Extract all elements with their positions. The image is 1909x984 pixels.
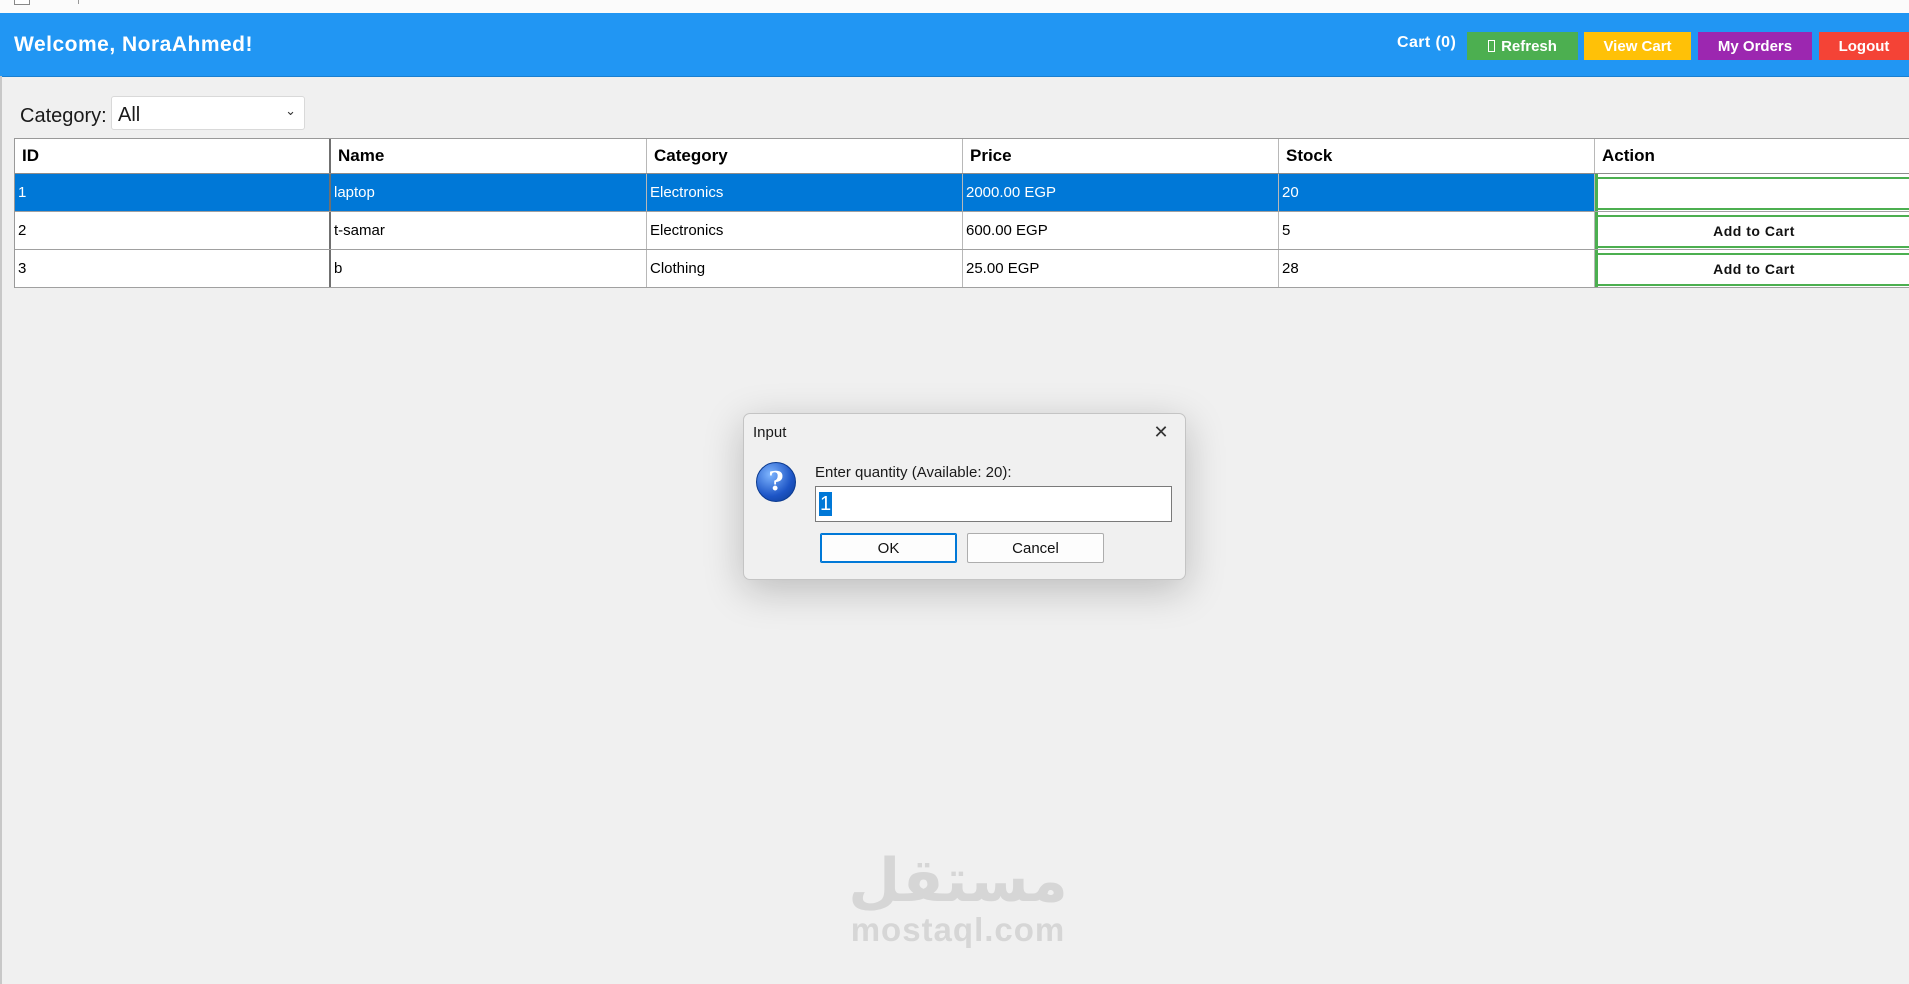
cell-name[interactable]: b bbox=[331, 250, 647, 287]
logout-button[interactable]: Logout bbox=[1819, 32, 1909, 60]
column-header-id[interactable]: ID bbox=[15, 139, 331, 173]
cell-category[interactable]: Electronics bbox=[647, 174, 963, 211]
add-to-cart-button[interactable]: Add to Cart bbox=[1598, 214, 1909, 248]
cell-name[interactable]: t-samar bbox=[331, 212, 647, 249]
cell-price[interactable]: 600.00 EGP bbox=[963, 212, 1279, 249]
add-to-cart-button[interactable] bbox=[1598, 176, 1909, 210]
dialog-title: Input bbox=[753, 424, 787, 441]
chevron-down-icon: ⌄ bbox=[285, 103, 296, 118]
ok-button[interactable]: OK bbox=[820, 533, 957, 563]
cell-action: Add to Cart bbox=[1595, 212, 1909, 249]
quantity-input-dialog: Input ✕ ? Enter quantity (Available: 20)… bbox=[743, 413, 1186, 580]
table-row[interactable]: 2 t-samar Electronics 600.00 EGP 5 Add t… bbox=[15, 212, 1909, 250]
cell-price[interactable]: 2000.00 EGP bbox=[963, 174, 1279, 211]
cell-name[interactable]: laptop bbox=[331, 174, 647, 211]
cell-id[interactable]: 1 bbox=[15, 174, 331, 211]
cell-id[interactable]: 2 bbox=[15, 212, 331, 249]
category-select[interactable]: All ⌄ bbox=[111, 96, 305, 130]
title-divider bbox=[78, 0, 79, 4]
table-row[interactable]: 3 b Clothing 25.00 EGP 28 Add to Cart bbox=[15, 250, 1909, 288]
column-header-action[interactable]: Action bbox=[1595, 139, 1909, 173]
products-table: ID Name Category Price Stock Action 1 la… bbox=[14, 138, 1909, 288]
window-left-border bbox=[0, 76, 2, 984]
table-header: ID Name Category Price Stock Action bbox=[15, 139, 1909, 174]
cell-id[interactable]: 3 bbox=[15, 250, 331, 287]
watermark-latin: mostaql.com bbox=[850, 911, 1066, 948]
watermark: مستقل mostaql.com bbox=[838, 850, 1078, 948]
view-cart-button[interactable]: View Cart bbox=[1584, 32, 1691, 60]
category-label: Category: bbox=[20, 105, 107, 127]
window-icon bbox=[14, 0, 30, 5]
question-icon: ? bbox=[756, 462, 796, 502]
cell-stock[interactable]: 5 bbox=[1279, 212, 1595, 249]
cell-category[interactable]: Clothing bbox=[647, 250, 963, 287]
dialog-prompt: Enter quantity (Available: 20): bbox=[815, 464, 1012, 481]
window-title-strip bbox=[0, 0, 1909, 14]
cell-action bbox=[1595, 174, 1909, 211]
cell-stock[interactable]: 28 bbox=[1279, 250, 1595, 287]
app-header: Welcome, NoraAhmed! Cart (0) Refresh Vie… bbox=[0, 13, 1909, 77]
cell-category[interactable]: Electronics bbox=[647, 212, 963, 249]
table-row[interactable]: 1 laptop Electronics 2000.00 EGP 20 bbox=[15, 174, 1909, 212]
cart-count-label: Cart (0) bbox=[1397, 34, 1457, 51]
my-orders-button[interactable]: My Orders bbox=[1698, 32, 1812, 60]
refresh-label: Refresh bbox=[1501, 37, 1557, 55]
cell-stock[interactable]: 20 bbox=[1279, 174, 1595, 211]
close-icon[interactable]: ✕ bbox=[1149, 420, 1173, 444]
category-select-value: All bbox=[118, 104, 141, 126]
welcome-title: Welcome, NoraAhmed! bbox=[14, 33, 253, 56]
refresh-button[interactable]: Refresh bbox=[1467, 32, 1578, 60]
column-header-price[interactable]: Price bbox=[963, 139, 1279, 173]
refresh-icon bbox=[1488, 40, 1496, 52]
column-header-category[interactable]: Category bbox=[647, 139, 963, 173]
cell-price[interactable]: 25.00 EGP bbox=[963, 250, 1279, 287]
cancel-button[interactable]: Cancel bbox=[967, 533, 1104, 563]
quantity-input[interactable]: 1 bbox=[815, 486, 1172, 522]
add-to-cart-button[interactable]: Add to Cart bbox=[1598, 252, 1909, 286]
cell-action: Add to Cart bbox=[1595, 250, 1909, 287]
watermark-arabic: مستقل bbox=[848, 846, 1068, 916]
column-header-stock[interactable]: Stock bbox=[1279, 139, 1595, 173]
column-header-name[interactable]: Name bbox=[331, 139, 647, 173]
quantity-input-value: 1 bbox=[819, 492, 833, 516]
